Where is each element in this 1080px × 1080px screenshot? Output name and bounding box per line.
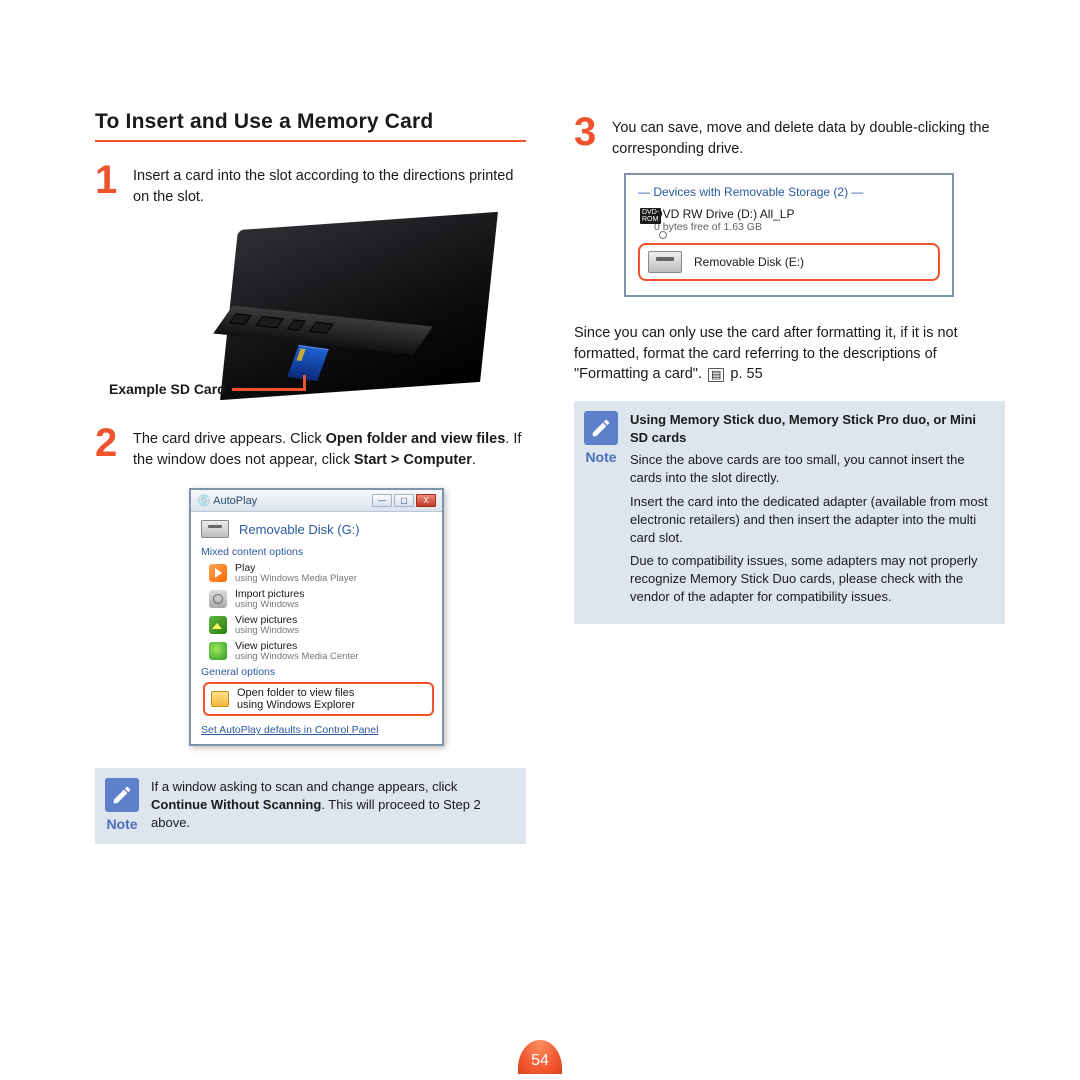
autoplay-window: 💿 AutoPlay — ▢ X Removable Disk (G:) Mix… [189,488,444,746]
picture-icon [209,616,227,634]
autoplay-group-general: General options [191,664,442,680]
autoplay-item-view-1[interactable]: View picturesusing Windows [191,612,442,638]
autoplay-title: 💿 AutoPlay [197,494,257,507]
removable-disk-icon [201,520,229,538]
note-label: Note [585,449,616,465]
device-removable-row[interactable]: Removable Disk (E:) [638,243,940,281]
sd-card-label: Example SD Card [109,381,226,397]
note-icon [584,411,618,445]
note-adapter: Note Using Memory Stick duo, Memory Stic… [574,401,1005,624]
autoplay-drive-name: Removable Disk (G:) [239,522,360,537]
page-title: To Insert and Use a Memory Card [95,110,526,142]
page-number-badge: 54 [518,1040,562,1074]
laptop-figure: Example SD Card [149,221,489,411]
play-icon [209,564,227,582]
autoplay-item-play[interactable]: Playusing Windows Media Player [191,560,442,586]
maximize-button[interactable]: ▢ [394,494,414,507]
note-scan-warning: Note If a window asking to scan and chan… [95,768,526,844]
autoplay-open-folder[interactable]: Open folder to view filesusing Windows E… [203,682,434,716]
step-3: 3 You can save, move and delete data by … [574,114,1005,159]
step-2: 2 The card drive appears. Click Open fol… [95,425,526,470]
autoplay-defaults-link[interactable]: Set AutoPlay defaults in Control Panel [201,724,378,736]
close-button[interactable]: X [416,494,436,507]
note-label: Note [106,816,137,832]
devices-group-label: — Devices with Removable Storage (2) — [638,185,940,199]
step-1-text: Insert a card into the slot according to… [133,162,526,207]
step-2-text: The card drive appears. Click Open folde… [133,425,526,470]
step-2-number: 2 [95,425,119,461]
note-1-text: If a window asking to scan and change ap… [151,778,512,832]
step-1: 1 Insert a card into the slot according … [95,162,526,207]
minimize-button[interactable]: — [372,494,392,507]
dvd-badge: DVD-ROM [640,208,661,224]
autoplay-item-import[interactable]: Import picturesusing Windows [191,586,442,612]
page-ref-icon: ▤ [708,368,724,382]
removable-disk-icon [648,251,682,273]
step-1-number: 1 [95,162,119,198]
devices-window: — Devices with Removable Storage (2) — D… [624,173,954,297]
step-3-text: You can save, move and delete data by do… [612,114,1005,159]
autoplay-item-view-2[interactable]: View picturesusing Windows Media Center [191,638,442,664]
camera-icon [209,590,227,608]
autoplay-group-mixed: Mixed content options [191,544,442,560]
formatting-paragraph: Since you can only use the card after fo… [574,323,1005,385]
note-2-text: Using Memory Stick duo, Memory Stick Pro… [630,411,991,612]
folder-icon [211,691,229,707]
media-center-icon [209,642,227,660]
note-icon [105,778,139,812]
step-3-number: 3 [574,114,598,150]
device-dvd-row[interactable]: DVD-ROM DVD RW Drive (D:) All_LP 0 bytes… [638,205,940,239]
